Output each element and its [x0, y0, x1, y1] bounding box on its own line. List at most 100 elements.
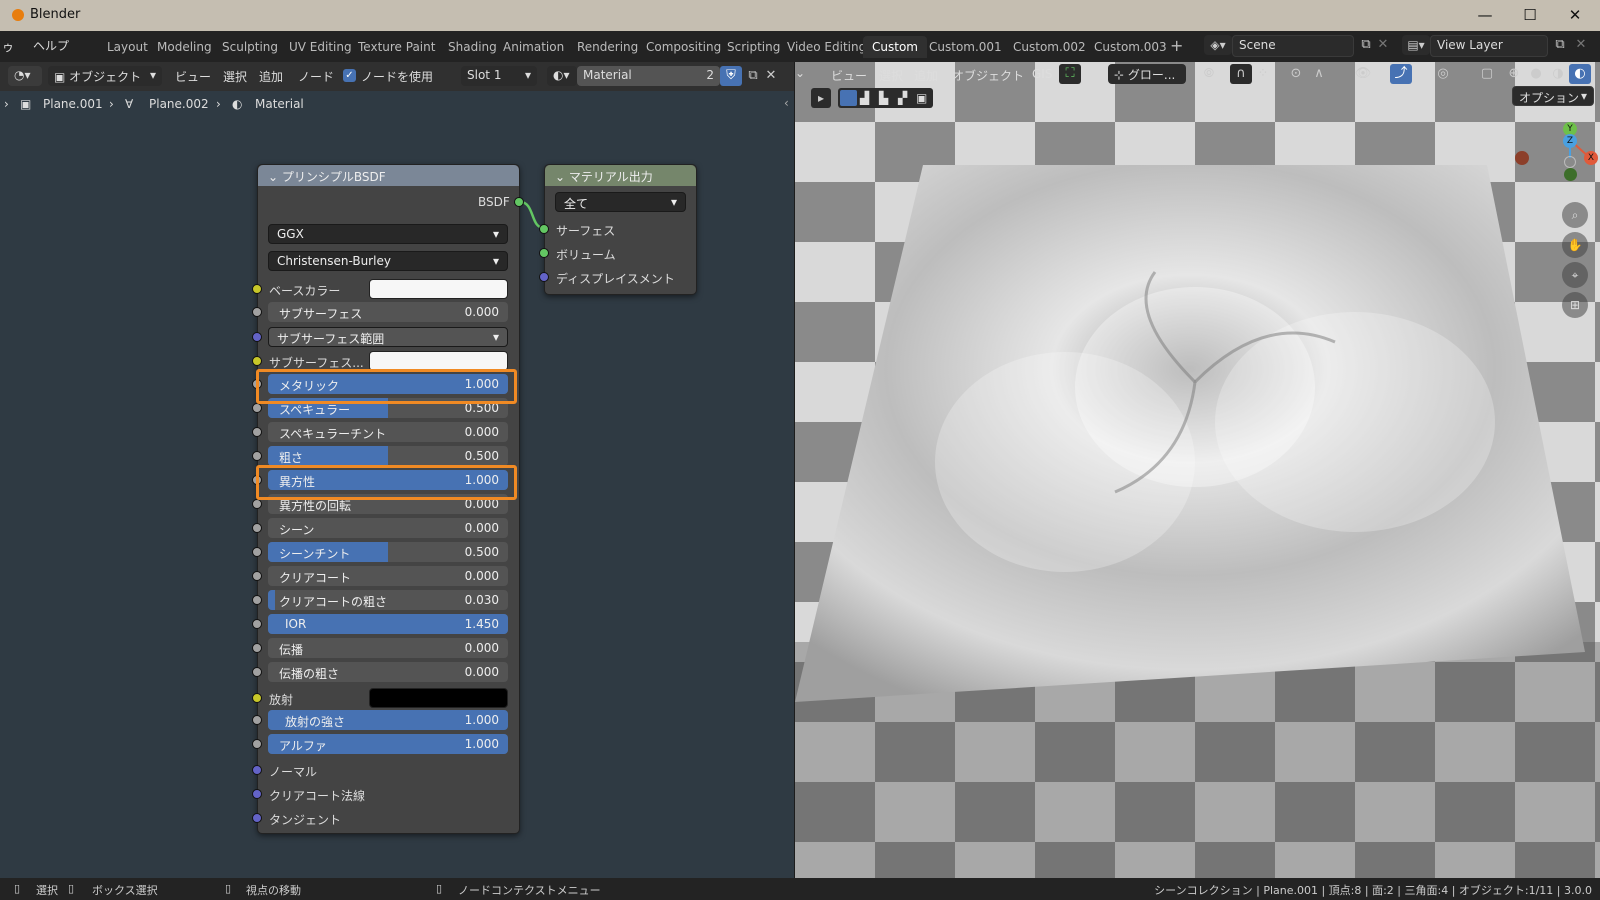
wireframe-shading-icon[interactable]: ⊕	[1503, 64, 1525, 84]
socket-0[interactable]	[252, 307, 262, 317]
socket-14[interactable]	[252, 715, 262, 725]
subsurface-radius-socket[interactable]	[252, 332, 262, 342]
socket-10[interactable]	[252, 595, 262, 605]
socket-12[interactable]	[252, 643, 262, 653]
socket-2[interactable]	[252, 403, 262, 413]
pan-hand-icon[interactable]: ✋	[1562, 232, 1588, 258]
bsdf-node-header[interactable]: ⌄ プリンシプルBSDF	[258, 165, 519, 186]
clearcoat-normal-socket[interactable]	[252, 789, 262, 799]
base-color-socket[interactable]	[252, 284, 262, 294]
tab-custom-003[interactable]: Custom.003	[1085, 36, 1176, 58]
proportional-edit-icon[interactable]: ⊙	[1285, 64, 1307, 84]
tab-custom-002[interactable]: Custom.002	[1004, 36, 1095, 58]
snap-target-icon[interactable]: ⁘	[1252, 64, 1274, 84]
viewport-menu-select[interactable]: 選択	[879, 67, 903, 84]
socket-3[interactable]	[252, 427, 262, 437]
pivot-icon[interactable]: ⦾	[1198, 64, 1220, 84]
snap-icon[interactable]: ∩	[1230, 64, 1252, 84]
socket-11[interactable]	[252, 619, 262, 629]
surface-socket[interactable]	[539, 224, 549, 234]
socket-6[interactable]	[252, 499, 262, 509]
viewport-menu-view[interactable]: ビュー	[831, 67, 867, 84]
visibility-icon[interactable]: 👁	[1352, 64, 1374, 84]
rendered-shading-icon[interactable]: ◐	[1569, 64, 1591, 84]
scene-icon[interactable]: ◈▾	[1204, 35, 1232, 55]
gizmo-neg-y-axis[interactable]	[1564, 168, 1577, 181]
viewport-collapse-icon[interactable]: ⌄	[795, 66, 805, 80]
scene-field[interactable]: Scene	[1232, 35, 1354, 57]
slider-8[interactable]: シーンチント 0.500	[268, 542, 508, 562]
subsurface-radius-dropdown[interactable]: サブサーフェス範囲 ▾	[268, 327, 508, 347]
delete-scene-icon[interactable]: ✕	[1372, 35, 1394, 55]
gizmo-z-axis[interactable]: Z	[1563, 134, 1577, 148]
slider-11[interactable]: IOR 1.450	[268, 614, 508, 634]
view-layer-icon[interactable]: ▤▾	[1402, 35, 1430, 55]
collapse-icon[interactable]: ⌄	[555, 170, 569, 184]
gizmo-x-axis[interactable]: X	[1584, 151, 1598, 165]
overlay-icon[interactable]: ◎	[1432, 64, 1454, 84]
slider-12[interactable]: 伝播 0.000	[268, 638, 508, 658]
view-layer-field[interactable]: View Layer	[1430, 35, 1548, 57]
viewport-menu-object[interactable]: オブジェクト	[952, 67, 1024, 84]
select-subtract-icon[interactable]: ▙	[879, 91, 888, 105]
bsdf-output-socket[interactable]	[514, 197, 524, 207]
camera-icon[interactable]: ⌖	[1562, 262, 1588, 288]
add-workspace-button[interactable]: +	[1170, 36, 1190, 55]
socket-13[interactable]	[252, 667, 262, 677]
volume-socket[interactable]	[539, 248, 549, 258]
material-shading-icon[interactable]: ◑	[1547, 64, 1569, 84]
minimize-button[interactable]: —	[1470, 4, 1500, 26]
gizmo-neg-x-axis[interactable]	[1515, 151, 1529, 165]
base-color-swatch[interactable]	[369, 279, 508, 299]
slider-7[interactable]: シーン 0.000	[268, 518, 508, 538]
emission-socket[interactable]	[252, 693, 262, 703]
slider-14[interactable]: 放射の強さ 1.000	[268, 710, 508, 730]
select-invert-icon[interactable]: ▞	[898, 91, 907, 105]
collapse-icon[interactable]: ⌄	[268, 170, 282, 184]
subsurface-color-swatch[interactable]	[369, 351, 508, 371]
socket-4[interactable]	[252, 451, 262, 461]
normal-socket[interactable]	[252, 765, 262, 775]
viewport-menu-gis[interactable]: GIS	[1032, 67, 1052, 81]
slider-3[interactable]: スペキュラーチント 0.000	[268, 422, 508, 442]
subsurface-method-dropdown[interactable]: Christensen-Burley ▾	[268, 251, 508, 271]
transform-orientation-dropdown[interactable]: ⊹ グロー...	[1108, 64, 1186, 84]
slider-15[interactable]: アルファ 1.000	[268, 734, 508, 754]
slider-9[interactable]: クリアコート 0.000	[268, 566, 508, 586]
delete-view-layer-icon[interactable]: ✕	[1570, 35, 1592, 55]
gis-icon[interactable]: ⛶	[1059, 64, 1081, 84]
falloff-icon[interactable]: ∧	[1308, 64, 1330, 84]
perspective-grid-icon[interactable]: ⊞	[1562, 292, 1588, 318]
output-node-header[interactable]: ⌄ マテリアル出力	[545, 165, 696, 186]
output-target-dropdown[interactable]: 全て ▾	[555, 192, 686, 212]
3d-viewport[interactable]	[795, 62, 1600, 878]
socket-7[interactable]	[252, 523, 262, 533]
slider-10[interactable]: クリアコートの粗さ 0.030	[268, 590, 508, 610]
select-intersect-icon[interactable]: ▣	[916, 91, 927, 105]
solid-shading-icon[interactable]: ●	[1525, 64, 1547, 84]
gizmo-neg-z-axis[interactable]	[1564, 156, 1576, 168]
socket-8[interactable]	[252, 547, 262, 557]
tab-custom-001[interactable]: Custom.001	[920, 36, 1011, 58]
tab-custom[interactable]: Custom	[863, 36, 927, 58]
displacement-socket[interactable]	[539, 272, 549, 282]
close-window-button[interactable]: ✕	[1560, 4, 1590, 26]
gizmo-toggle-icon[interactable]: ⤴	[1390, 64, 1412, 84]
xray-icon[interactable]: ▢	[1476, 64, 1498, 84]
emission-swatch[interactable]	[369, 688, 508, 708]
slider-4[interactable]: 粗さ 0.500	[268, 446, 508, 466]
viewport-menu-add[interactable]: 追加	[914, 67, 938, 84]
navigation-gizmo[interactable]: Y Z X	[1515, 118, 1600, 198]
subsurface-color-socket[interactable]	[252, 356, 262, 366]
socket-9[interactable]	[252, 571, 262, 581]
tangent-socket[interactable]	[252, 813, 262, 823]
distribution-dropdown[interactable]: GGX ▾	[268, 224, 508, 244]
socket-15[interactable]	[252, 739, 262, 749]
select-extend-icon[interactable]: ▟	[860, 91, 869, 105]
slider-0[interactable]: サブサーフェス 0.000	[268, 302, 508, 322]
select-new-icon[interactable]	[840, 90, 857, 106]
maximize-button[interactable]: ☐	[1515, 4, 1545, 26]
slider-13[interactable]: 伝播の粗さ 0.000	[268, 662, 508, 682]
options-dropdown[interactable]: オプション ▾	[1512, 86, 1594, 106]
tool-cursor-icon[interactable]: ▸	[811, 88, 831, 108]
